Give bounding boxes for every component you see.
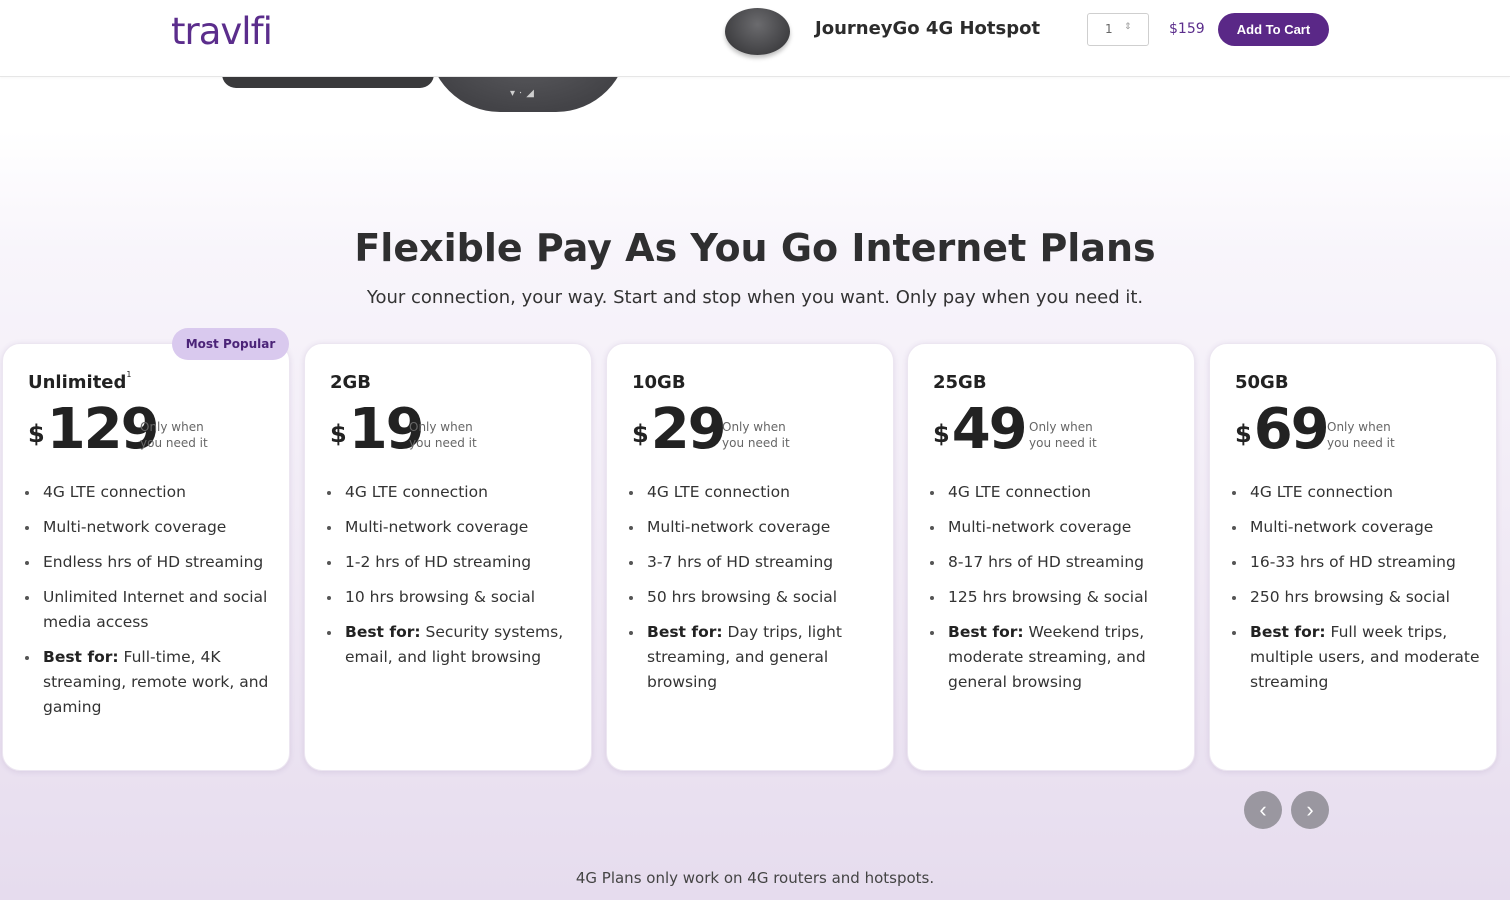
list-item: Multi-network coverage bbox=[930, 515, 1180, 540]
plan-price: $29 bbox=[632, 397, 727, 462]
list-item: Best for: Day trips, light streaming, an… bbox=[629, 620, 879, 695]
plans-footnote: 4G Plans only work on 4G routers and hot… bbox=[575, 869, 935, 887]
price-note: Only when you need it bbox=[1029, 420, 1097, 450]
feature-list: 4G LTE connection Multi-network coverage… bbox=[25, 480, 275, 730]
list-item: Multi-network coverage bbox=[1232, 515, 1482, 540]
list-item: Multi-network coverage bbox=[25, 515, 275, 540]
hotspot-thumbnail bbox=[725, 8, 790, 55]
plan-card-10gb[interactable]: 10GB $29 Only when you need it 4G LTE con… bbox=[606, 343, 894, 771]
plan-name: 2GB bbox=[330, 372, 372, 393]
product-name: JourneyGo 4G Hotspot bbox=[815, 18, 1041, 39]
chevron-right-icon: › bbox=[1306, 797, 1314, 822]
quantity-value: 1 bbox=[1105, 22, 1113, 36]
plan-name: 50GB bbox=[1235, 372, 1289, 393]
list-item: 50 hrs browsing & social bbox=[629, 585, 879, 610]
hotspot-led-icons: ▾⋅◢ bbox=[510, 88, 538, 99]
price-note: Only when you need it bbox=[409, 420, 477, 450]
travlfi-logo[interactable]: travlfi bbox=[171, 10, 273, 53]
plan-name: 10GB bbox=[632, 372, 686, 393]
list-item: 8-17 hrs of HD streaming bbox=[930, 550, 1180, 575]
list-item: Multi-network coverage bbox=[629, 515, 879, 540]
add-to-cart-button[interactable]: Add To Cart bbox=[1218, 13, 1329, 46]
list-item: 125 hrs browsing & social bbox=[930, 585, 1180, 610]
list-item: 4G LTE connection bbox=[25, 480, 275, 505]
stepper-arrows-icon[interactable]: ⇕ bbox=[1124, 22, 1132, 32]
most-popular-badge: Most Popular bbox=[172, 328, 289, 360]
plan-price: $69 bbox=[1235, 397, 1330, 462]
list-item: 16-33 hrs of HD streaming bbox=[1232, 550, 1482, 575]
list-item: 4G LTE connection bbox=[629, 480, 879, 505]
quantity-stepper[interactable]: 1 ⇕ bbox=[1087, 13, 1149, 46]
carousel-prev-button[interactable]: ‹ bbox=[1244, 791, 1282, 829]
plan-name: 25GB bbox=[933, 372, 987, 393]
carousel-next-button[interactable]: › bbox=[1291, 791, 1329, 829]
price-note: Only when you need it bbox=[1327, 420, 1395, 450]
feature-list: 4G LTE connection Multi-network coverage… bbox=[930, 480, 1180, 705]
feature-list: 4G LTE connection Multi-network coverage… bbox=[327, 480, 577, 680]
list-item: 1-2 hrs of HD streaming bbox=[327, 550, 577, 575]
plan-card-unlimited[interactable]: Unlimited1 $129 Only when you need it 4G … bbox=[2, 343, 290, 771]
plan-name: Unlimited1 bbox=[28, 370, 132, 393]
list-item: 250 hrs browsing & social bbox=[1232, 585, 1482, 610]
list-item: 4G LTE connection bbox=[1232, 480, 1482, 505]
plan-price: $129 bbox=[28, 397, 160, 462]
list-item: 3-7 hrs of HD streaming bbox=[629, 550, 879, 575]
sticky-product-bar: travlfi JourneyGo 4G Hotspot 1 ⇕ $159 Ad… bbox=[0, 0, 1510, 77]
list-item: Multi-network coverage bbox=[327, 515, 577, 540]
list-item: 4G LTE connection bbox=[930, 480, 1180, 505]
list-item: Best for: Weekend trips, moderate stream… bbox=[930, 620, 1180, 695]
plan-card-25gb[interactable]: 25GB $49 Only when you need it 4G LTE con… bbox=[907, 343, 1195, 771]
plan-card-2gb[interactable]: 2GB $19 Only when you need it 4G LTE conn… bbox=[304, 343, 592, 771]
list-item: Unlimited Internet and social media acce… bbox=[25, 585, 275, 635]
list-item: Best for: Full week trips, multiple user… bbox=[1232, 620, 1482, 695]
list-item: Endless hrs of HD streaming bbox=[25, 550, 275, 575]
list-item: 10 hrs browsing & social bbox=[327, 585, 577, 610]
section-subtitle: Your connection, your way. Start and sto… bbox=[366, 287, 1144, 308]
list-item: 4G LTE connection bbox=[327, 480, 577, 505]
plan-price: $49 bbox=[933, 397, 1028, 462]
chevron-left-icon: ‹ bbox=[1259, 797, 1267, 822]
feature-list: 4G LTE connection Multi-network coverage… bbox=[629, 480, 879, 705]
feature-list: 4G LTE connection Multi-network coverage… bbox=[1232, 480, 1482, 705]
price-note: Only when you need it bbox=[722, 420, 790, 450]
section-title: Flexible Pay As You Go Internet Plans bbox=[354, 226, 1156, 270]
price-note: Only when you need it bbox=[140, 420, 208, 450]
list-item: Best for: Full-time, 4K streaming, remot… bbox=[25, 645, 275, 720]
plan-card-50gb[interactable]: 50GB $69 Only when you need it 4G LTE con… bbox=[1209, 343, 1497, 771]
product-price: $159 bbox=[1169, 21, 1205, 37]
list-item: Best for: Security systems, email, and l… bbox=[327, 620, 577, 670]
